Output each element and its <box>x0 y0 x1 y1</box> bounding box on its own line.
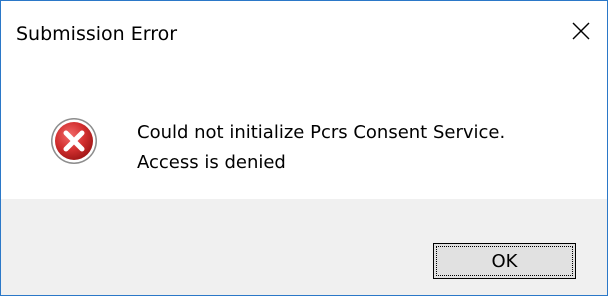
error-message-line-1: Could not initialize Pcrs Consent Servic… <box>137 122 506 143</box>
dialog-title: Submission Error <box>16 23 178 45</box>
ok-button[interactable]: OK <box>433 243 576 279</box>
error-icon <box>51 118 97 164</box>
ok-button-label: OK <box>436 246 573 276</box>
dialog-content: Could not initialize Pcrs Consent Servic… <box>1 61 607 199</box>
close-icon <box>572 22 590 40</box>
title-bar[interactable]: Submission Error <box>1 1 607 61</box>
close-button[interactable] <box>555 1 607 61</box>
button-bar: OK <box>1 199 607 295</box>
error-message-line-2: Access is denied <box>137 152 286 173</box>
error-message: Could not initialize Pcrs Consent Servic… <box>137 118 505 178</box>
error-dialog: Submission Error Could not initialize Pc… <box>0 0 608 296</box>
